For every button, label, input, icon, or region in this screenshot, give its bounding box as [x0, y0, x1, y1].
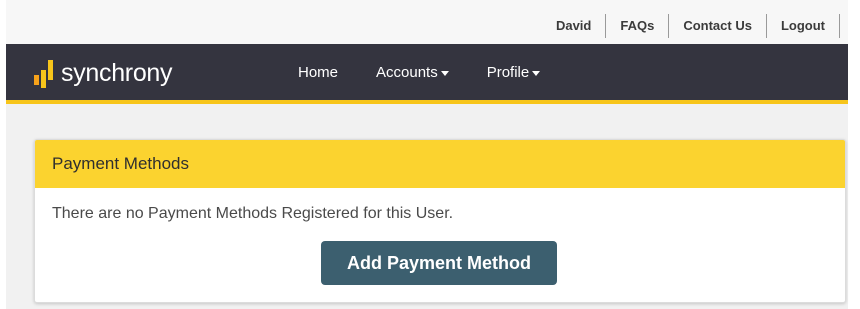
nav-item-profile[interactable]: Profile: [487, 64, 541, 81]
payment-methods-panel: Payment Methods There are no Payment Met…: [34, 139, 846, 303]
empty-state-message: There are no Payment Methods Registered …: [52, 205, 454, 222]
contact-us-link[interactable]: Contact Us: [669, 12, 766, 40]
utility-divider: [839, 14, 840, 38]
page-frame: David FAQs Contact Us Logout synchrony H…: [6, 0, 848, 309]
nav-item-label: Accounts: [376, 63, 438, 81]
synchrony-logo-icon: [34, 58, 56, 88]
main-navbar: synchrony Home Accounts Profile: [6, 44, 848, 104]
user-name-link[interactable]: David: [542, 12, 605, 40]
panel-heading: Payment Methods: [35, 140, 845, 188]
logout-link[interactable]: Logout: [767, 12, 839, 40]
utility-bar: David FAQs Contact Us Logout: [6, 0, 848, 44]
caret-down-icon: [440, 70, 449, 76]
caret-down-icon: [532, 70, 541, 76]
nav-item-label: Home: [298, 63, 339, 81]
nav-item-label: Profile: [486, 63, 530, 81]
panel-title: Payment Methods: [52, 154, 190, 173]
faqs-link[interactable]: FAQs: [606, 12, 668, 40]
synchrony-logo[interactable]: synchrony: [34, 56, 173, 88]
utility-links: David FAQs Contact Us Logout: [542, 12, 840, 40]
nav-item-home[interactable]: Home: [298, 64, 338, 81]
logo-wordmark: synchrony: [61, 59, 173, 87]
nav-item-accounts[interactable]: Accounts: [376, 64, 449, 81]
main-nav-items: Home Accounts Profile: [298, 44, 578, 100]
panel-body: There are no Payment Methods Registered …: [35, 188, 845, 302]
add-payment-method-button[interactable]: Add Payment Method: [321, 241, 557, 285]
